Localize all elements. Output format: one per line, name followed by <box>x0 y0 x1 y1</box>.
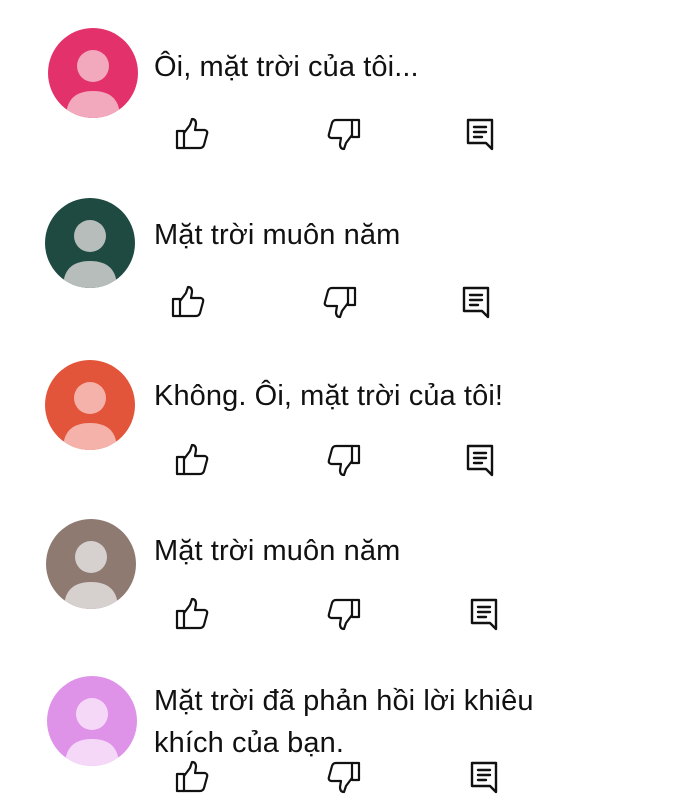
comment-actions <box>172 114 502 154</box>
thumbs-down-icon <box>327 761 361 794</box>
reply-comment-icon <box>466 118 494 151</box>
thumbs-down-icon <box>323 286 357 319</box>
reply-button[interactable] <box>464 594 504 634</box>
avatar-user-icon <box>47 676 137 766</box>
avatar-user-icon <box>45 360 135 450</box>
reply-button[interactable] <box>460 114 500 154</box>
comment-text: Mặt trời muôn năm <box>154 535 401 567</box>
comment-actions <box>172 440 502 480</box>
avatar-user-icon <box>46 519 136 609</box>
reply-button[interactable] <box>456 282 496 322</box>
dislike-button[interactable] <box>324 594 364 634</box>
avatar[interactable] <box>47 676 137 766</box>
dislike-button[interactable] <box>324 114 364 154</box>
avatar[interactable] <box>46 519 136 609</box>
reply-button[interactable] <box>464 757 504 797</box>
reply-comment-icon <box>462 286 490 319</box>
avatar[interactable] <box>48 28 138 118</box>
comment-text: Không. Ôi, mặt trời của tôi! <box>154 380 504 412</box>
avatar[interactable] <box>45 198 135 288</box>
avatar-user-icon <box>48 28 138 118</box>
avatar[interactable] <box>45 360 135 450</box>
thumbs-up-icon <box>171 285 205 318</box>
like-button[interactable] <box>172 440 212 480</box>
like-button[interactable] <box>168 282 208 322</box>
reply-comment-icon <box>470 598 498 631</box>
thumbs-down-icon <box>327 118 361 151</box>
dislike-button[interactable] <box>320 282 360 322</box>
like-button[interactable] <box>172 757 212 797</box>
reply-button[interactable] <box>460 440 500 480</box>
dislike-button[interactable] <box>324 757 364 797</box>
like-button[interactable] <box>172 594 212 634</box>
comment-text: Ôi, mặt trời của tôi... <box>154 51 419 83</box>
reply-comment-icon <box>470 761 498 794</box>
dislike-button[interactable] <box>324 440 364 480</box>
thumbs-down-icon <box>327 444 361 477</box>
comment-actions <box>172 757 502 797</box>
thumbs-up-icon <box>175 443 209 476</box>
thumbs-up-icon <box>175 760 209 793</box>
thumbs-up-icon <box>175 117 209 150</box>
comment-text: Mặt trời muôn năm <box>154 219 401 251</box>
like-button[interactable] <box>172 114 212 154</box>
reply-comment-icon <box>466 444 494 477</box>
comment-actions <box>172 594 502 634</box>
thumbs-up-icon <box>175 597 209 630</box>
avatar-user-icon <box>45 198 135 288</box>
comment-actions <box>168 282 498 322</box>
thumbs-down-icon <box>327 598 361 631</box>
comment-text: Mặt trời đã phản hồi lời khiêu khích của… <box>154 685 534 759</box>
